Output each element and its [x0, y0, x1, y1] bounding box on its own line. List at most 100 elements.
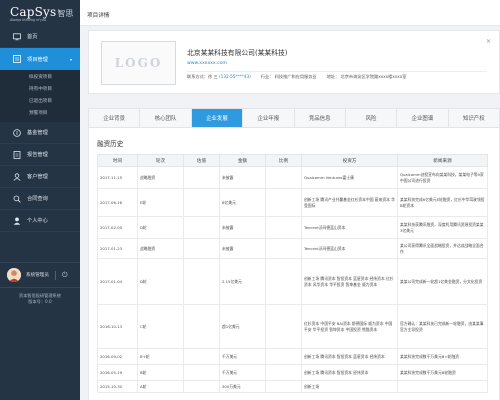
- tab-development[interactable]: 企业发展: [191, 109, 244, 127]
- table-cell: [265, 188, 302, 217]
- table-cell: [183, 364, 220, 381]
- table-cell: B轮: [137, 364, 184, 381]
- table-row[interactable]: 2017-06-16 E轮 6亿美元 创新工场 腾讯产业共赢基金红杉资本中国 蔚来资本…: [97, 188, 488, 217]
- table-cell: D轮: [137, 216, 184, 239]
- tab-background[interactable]: 企业背景: [89, 109, 141, 127]
- power-icon[interactable]: ⏻: [62, 271, 68, 280]
- table-cell: [265, 258, 302, 305]
- table-row[interactable]: 2015-10-30 A轮 300万美元 创新工场: [97, 380, 488, 393]
- table-cell: [265, 304, 302, 349]
- table-cell: 某某公司完成新一轮超1亿美金融资，分文化投资: [397, 258, 488, 305]
- table-cell: [265, 166, 302, 189]
- nav-item-project[interactable]: 项目管理 ▾: [0, 48, 80, 70]
- table-cell: 未披露: [219, 166, 266, 189]
- contact: 联系方式：徐 三 (132-55****43): [187, 74, 251, 80]
- company-url[interactable]: www.xxxxxx.com: [187, 61, 227, 66]
- divider: [54, 270, 56, 280]
- table-cell: Tencent沃玛德蓝山资本: [301, 216, 398, 239]
- nav-item-contract[interactable]: 合同查询: [0, 188, 80, 210]
- table-cell: [397, 380, 488, 393]
- brand-name: CapSys: [10, 5, 57, 19]
- table-cell: 创新工场 腾讯产业共赢基金红杉资本中国 蔚来资本 华登国际: [301, 188, 398, 217]
- page-title: 项目详情: [80, 0, 500, 26]
- section-title: 融资历史: [97, 140, 124, 148]
- table-cell: 2016-09-02: [97, 348, 138, 365]
- table-cell: [183, 216, 220, 239]
- company-logo: LOGO: [101, 41, 176, 85]
- table-row[interactable]: 2017-01-23 战略融资 未披露 Tencent沃玛德蓝山资本 某公司获得腾讯全面…: [97, 238, 488, 259]
- fund-icon: [13, 128, 21, 137]
- nav-item-report[interactable]: 报告管理: [0, 144, 80, 166]
- table-cell: 2017-11-15: [97, 166, 138, 189]
- table-cell: Tencent沃玛德蓝山资本: [301, 238, 398, 259]
- table-row[interactable]: 2016-09-02 B+轮 千万美元 创新工场 腾讯资本 智投资本 蓝星资本 经纬资…: [97, 348, 488, 365]
- close-icon[interactable]: ×: [486, 38, 491, 45]
- table-cell: 未披露: [219, 238, 266, 259]
- table-cell: 2017-01-23: [97, 238, 138, 259]
- table-row[interactable]: 2016-05-19 B轮 千万美元 创新工场 腾讯资本 智投资本 经纬资本 某某科技完…: [97, 364, 488, 381]
- tab-annual-report[interactable]: 企业年报: [243, 109, 295, 127]
- avatar[interactable]: [7, 268, 21, 282]
- table-cell: [265, 380, 302, 393]
- nav-item-customer[interactable]: 客户管理: [0, 166, 80, 188]
- table-cell: 创新工场 腾讯资本 智投资本 蓝星资本 经纬资本: [301, 348, 398, 365]
- nav-label: 个人中心: [27, 218, 48, 224]
- logo-placeholder: LOGO: [114, 56, 163, 70]
- col-amount: 金额: [219, 154, 266, 167]
- table-cell: [265, 238, 302, 259]
- nav-label: 基金管理: [27, 130, 48, 136]
- nav-item-fund[interactable]: 基金管理: [0, 122, 80, 144]
- col-time: 时间: [97, 154, 138, 167]
- table-cell: 6亿美元: [219, 188, 266, 217]
- table-cell: 某某科技完成6亿美元E轮融资，红杉中华驾驶领投B轮资本: [397, 188, 488, 217]
- table-cell: 创新工场 腾讯资本 智投资本 蓝星资本 经纬资本 红杉资本 风华资本 华平投资 …: [301, 258, 398, 305]
- nav-label: 项目管理: [27, 56, 48, 63]
- table-cell: E轮: [137, 188, 184, 217]
- table-row[interactable]: 2017-01-04 D轮 2.15亿美元 创新工场 腾讯资本 智投资本 蓝星资本 经…: [97, 258, 488, 305]
- table-cell: 某某科技获腾讯融资，深度利用腾讯资源投资某某3亿美元: [397, 216, 488, 239]
- tab-risk[interactable]: 风险: [346, 109, 398, 127]
- brand-logo[interactable]: CapSys智思 Always thinking of you: [0, 0, 80, 26]
- table-cell: C轮: [137, 304, 184, 349]
- table-cell: 2017-06-16: [97, 188, 138, 217]
- table-cell: [183, 166, 220, 189]
- table-cell: 2017-01-04: [97, 258, 138, 305]
- col-investors: 投资方: [301, 154, 398, 167]
- sub-item-pending[interactable]: 拟投资项目: [0, 72, 80, 84]
- financing-table: 时间 轮次 估值 金额 比例 投资方 新闻来源 2017-11-15 战略融资 未披…: [97, 154, 488, 393]
- nav-label: 首页: [27, 34, 38, 40]
- tab-team[interactable]: 核心团队: [140, 109, 192, 127]
- contact-phone[interactable]: (132-55****43): [219, 74, 251, 79]
- table-cell: 2015-10-30: [97, 380, 138, 393]
- table-cell: Qualcomm Ventures富士康: [301, 166, 398, 189]
- nav-item-personal[interactable]: 个人中心: [0, 210, 80, 232]
- col-ratio: 比例: [265, 154, 302, 167]
- col-round: 轮次: [137, 154, 184, 167]
- brand-cn: 智思: [57, 9, 74, 18]
- table-row[interactable]: 2017-02-05 D轮 未披露 Tencent沃玛德蓝山资本 某某科技获腾讯融资，深…: [97, 216, 488, 239]
- table-row[interactable]: 2016-10-13 C轮 超1亿美元 红杉资本 中国平安 BAI资本 斯德国际 顺为…: [97, 304, 488, 349]
- version-line: 版本号：0.0: [28, 299, 52, 304]
- table-cell: [265, 364, 302, 381]
- tab-bar: 企业背景 核心团队 企业发展 企业年报 竞品信息 风险 企业图谱 知识产权: [88, 108, 500, 128]
- table-cell: 某某科技完成数千万美元B轮融资: [397, 364, 488, 381]
- table-cell: [183, 188, 220, 217]
- report-icon: [13, 150, 21, 159]
- tab-competitors[interactable]: 竞品信息: [295, 109, 346, 127]
- sub-item-warning[interactable]: 预警项目: [0, 108, 80, 120]
- table-cell: 2016-10-13: [97, 304, 138, 349]
- tab-graph[interactable]: 企业图谱: [397, 109, 449, 127]
- table-cell: A轮: [137, 380, 184, 393]
- sub-item-holding[interactable]: 持有中项目: [0, 84, 80, 96]
- table-cell: 千万美元: [219, 364, 266, 381]
- table-cell: 战略融资: [137, 166, 184, 189]
- contact-name: 徐 三: [207, 74, 218, 79]
- nav-label: 合同查询: [27, 196, 48, 202]
- table-cell: 超1亿美元: [219, 304, 266, 349]
- sub-item-exited[interactable]: 已退出项目: [0, 96, 80, 108]
- tab-ip[interactable]: 知识产权: [449, 109, 499, 127]
- table-row[interactable]: 2017-11-15 战略融资 未披露 Qualcomm Ventures富士康 Qua…: [97, 166, 488, 189]
- nav-item-home[interactable]: 首页: [0, 26, 80, 48]
- col-news: 新闻来源: [397, 154, 488, 167]
- table-cell: 某公司获得腾讯全面战略投资，并达成战略全面合作: [397, 238, 488, 259]
